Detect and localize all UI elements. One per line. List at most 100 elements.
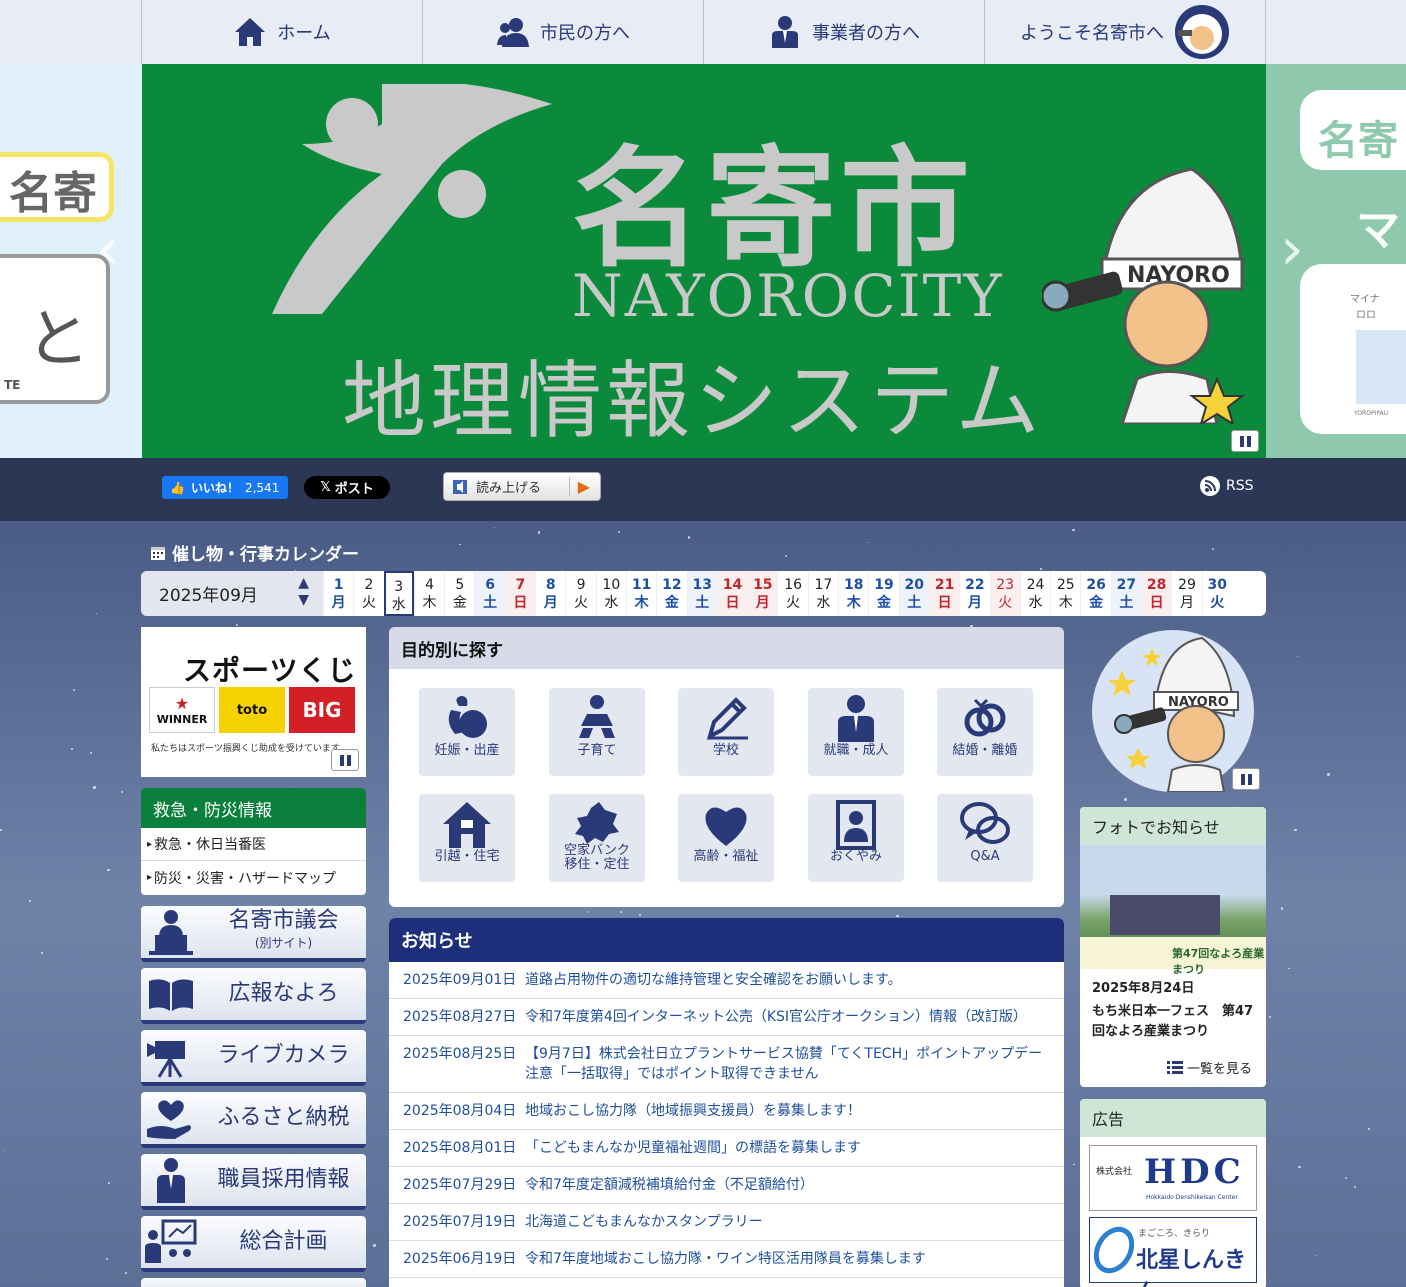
- calendar-day[interactable]: 19 金: [868, 571, 898, 616]
- tile-qa[interactable]: Q&A: [937, 794, 1033, 882]
- month-up-icon[interactable]: ▲: [298, 575, 309, 592]
- hokusei-ad-banner[interactable]: まごころ、きらり 北星しんきん: [1089, 1217, 1257, 1287]
- rss-link[interactable]: RSS: [1200, 476, 1254, 496]
- star-dot: [493, 526, 495, 529]
- public-relations-button[interactable]: 広報なよろ: [141, 968, 366, 1024]
- calendar-day[interactable]: 5金: [444, 571, 474, 616]
- x-post-button[interactable]: 𝕏 ポスト: [304, 476, 390, 499]
- tile-pregnancy[interactable]: 妊娠・出産: [419, 688, 515, 776]
- calendar-day-weekday: 木: [846, 595, 861, 611]
- nav-home[interactable]: ホーム: [142, 0, 423, 64]
- calendar-day[interactable]: 12 金: [656, 571, 686, 616]
- calendar-day[interactable]: 1月: [323, 571, 353, 616]
- nav-citizens[interactable]: 市民の方へ: [423, 0, 704, 64]
- calendar-day[interactable]: 11 木: [625, 571, 656, 616]
- calendar-day[interactable]: 20 土: [898, 571, 929, 616]
- calendar-day[interactable]: 25 木: [1050, 571, 1080, 616]
- banner-next-slide[interactable]: 名寄 マ マイナ ロロ YOROPIPAU ›: [1266, 64, 1406, 458]
- news-link[interactable]: 令和7年度地域おこし協力隊・ワイン特区活用隊員を募集します: [525, 1249, 926, 1269]
- calendar-day[interactable]: 9火: [565, 571, 595, 616]
- tile-school[interactable]: 学校: [678, 688, 774, 776]
- calendar-day[interactable]: 16 火: [777, 571, 807, 616]
- calendar-day[interactable]: 7日: [504, 571, 536, 616]
- hdc-ad-banner[interactable]: 株式会社 HDC Hokkaido Denshikeisan Center: [1089, 1145, 1257, 1211]
- calendar-day[interactable]: 23 火: [989, 571, 1020, 616]
- prev-arrow-icon[interactable]: ‹: [96, 214, 120, 284]
- photo-list-link[interactable]: 一覧を見る: [1166, 1058, 1252, 1077]
- more-link-button[interactable]: [141, 1278, 366, 1287]
- banner-subtitle: NAYOROCITY: [572, 262, 1004, 330]
- city-council-label: 名寄市議会: [228, 908, 339, 933]
- hometown-tax-button[interactable]: ふるさと納税: [141, 1092, 366, 1148]
- calendar-day[interactable]: 15 月: [747, 571, 778, 616]
- next-arrow-icon[interactable]: ›: [1280, 214, 1304, 284]
- calendar-day[interactable]: 13 土: [686, 571, 717, 616]
- calendar-day-number: 19: [874, 577, 894, 593]
- live-camera-button[interactable]: ライブカメラ: [141, 1030, 366, 1086]
- tile-employment[interactable]: 就職・成人: [808, 688, 904, 776]
- star-dot: [29, 900, 31, 902]
- calendar-day[interactable]: 21 日: [928, 571, 960, 616]
- calendar-day[interactable]: 18 木: [838, 571, 868, 616]
- news-link[interactable]: 「こどもまんなか児童福祉週間」の標語を募集します: [525, 1138, 861, 1158]
- mascot-image[interactable]: NAYORO: [1092, 630, 1260, 793]
- calendar-day[interactable]: 28 日: [1141, 571, 1172, 616]
- calendar-day[interactable]: 14 日: [716, 571, 748, 616]
- city-logo-icon: [272, 84, 552, 314]
- month-down-icon[interactable]: ▼: [298, 592, 309, 609]
- city-council-button[interactable]: 名寄市議会 (別サイト): [141, 906, 366, 962]
- calendar-day[interactable]: 17 水: [807, 571, 838, 616]
- calendar-day[interactable]: 24 水: [1019, 571, 1050, 616]
- nav-business[interactable]: 事業者の方へ: [704, 0, 985, 64]
- calendar-day[interactable]: 22 月: [959, 571, 989, 616]
- calendar-day[interactable]: 4木: [413, 571, 444, 616]
- news-link[interactable]: 道路占用物件の適切な維持管理と安全確認をお願いします。: [525, 970, 902, 990]
- toto-pause-button[interactable]: [331, 749, 359, 771]
- star-dot: [1072, 528, 1075, 531]
- calendar-day[interactable]: 6土: [474, 571, 505, 616]
- news-link[interactable]: 地域おこし協力隊（地域振興支援員）を募集します！: [525, 1101, 861, 1121]
- calendar-day-weekday: 金: [664, 595, 679, 611]
- calendar-month-selector[interactable]: 2025年09月 ▲ ▼: [141, 571, 323, 616]
- tile-condolence[interactable]: おくやみ: [808, 794, 904, 882]
- banner-current-slide[interactable]: 名寄市 NAYOROCITY 地理情報システム NAYORO: [142, 64, 1266, 458]
- calendar-day[interactable]: 26 金: [1080, 571, 1110, 616]
- tile-label: 子育て: [577, 743, 617, 758]
- recruitment-button[interactable]: 職員採用情報: [141, 1154, 366, 1210]
- nav-welcome[interactable]: ようこそ名寄市へ: [985, 0, 1266, 64]
- banner-prev-slide[interactable]: 名寄 と TE ‹: [0, 64, 142, 458]
- tile-childcare[interactable]: 子育て: [549, 688, 645, 776]
- mascot-pause-button[interactable]: [1232, 768, 1260, 790]
- emergency-item[interactable]: 防災・災害・ハザードマップ: [141, 861, 366, 894]
- news-link[interactable]: 令和7年度第4回インターネット公売（KSI官公庁オークション）情報（改訂版）: [525, 1007, 1027, 1027]
- pencil-icon: [706, 697, 748, 740]
- tile-vacant-house[interactable]: 空家バンク 移住・定住: [549, 794, 645, 882]
- news-link[interactable]: 令和7年度定額減税補填給付金（不足額給付）: [525, 1175, 814, 1195]
- tile-housing[interactable]: 引越・住宅: [419, 794, 515, 882]
- calendar-day[interactable]: 3水: [383, 571, 414, 616]
- calendar-day-weekday: 日: [937, 595, 952, 611]
- emergency-item[interactable]: 救急・休日当番医: [141, 828, 366, 861]
- news-link[interactable]: 【9月7日】株式会社日立プラントサービス協賛「てくTECH」ポイントアップデー …: [525, 1044, 1056, 1084]
- banner-pause-button[interactable]: [1231, 430, 1259, 452]
- master-plan-button[interactable]: 総合計画: [141, 1216, 366, 1272]
- news-link[interactable]: 北海道こどもまんなかスタンプラリー: [525, 1212, 763, 1232]
- calendar-day[interactable]: 27 土: [1110, 571, 1142, 616]
- photo-news-image[interactable]: 第47回なよろ産業まつり: [1080, 845, 1266, 976]
- calendar-day[interactable]: 2火: [353, 571, 383, 616]
- read-aloud-button[interactable]: 読み上げる ▶: [443, 472, 601, 501]
- tile-marriage[interactable]: 結婚・離婚: [937, 688, 1033, 776]
- photo-news-caption[interactable]: もち米日本一フェス 第47回なよろ産業まつり: [1080, 996, 1266, 1042]
- ad-panel: 広告 株式会社 HDC Hokkaido Denshikeisan Center…: [1080, 1099, 1266, 1287]
- calendar-day[interactable]: 29 月: [1171, 571, 1201, 616]
- calendar-day[interactable]: 30 火: [1201, 571, 1232, 616]
- facebook-like-button[interactable]: 👍 いいね！ 2,541: [162, 476, 288, 499]
- star-dot: [1123, 797, 1127, 801]
- sports-lottery-ad[interactable]: スポーツくじ ★ WINNER toto BIG 私たちはスポーツ振興くじ助成を受…: [141, 627, 366, 777]
- calendar-day[interactable]: 10 水: [595, 571, 626, 616]
- photo-list-label: 一覧を見る: [1186, 1062, 1252, 1077]
- public-relations-label: 広報なよろ: [228, 981, 339, 1006]
- calendar-day[interactable]: 8月: [535, 571, 565, 616]
- calendar-day-weekday: 火: [361, 595, 376, 611]
- tile-elderly-welfare[interactable]: 高齢・福祉: [678, 794, 774, 882]
